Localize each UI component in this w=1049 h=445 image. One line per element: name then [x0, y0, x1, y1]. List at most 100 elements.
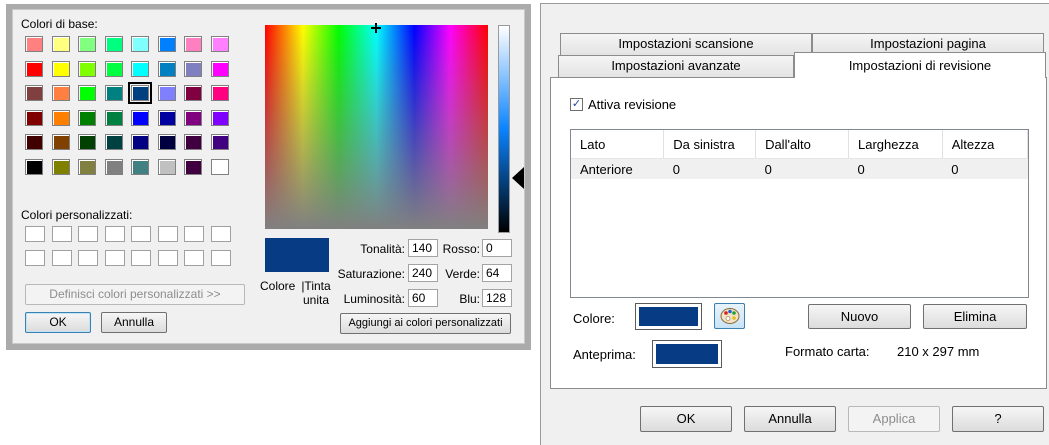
basic-color-swatch[interactable] — [51, 134, 70, 150]
basic-color-swatch[interactable] — [25, 134, 43, 150]
basic-color-swatch[interactable] — [51, 85, 70, 101]
review-areas-list[interactable]: Lato Da sinistra Dall'alto Larghezza Altezza… — [570, 129, 1029, 298]
basic-color-swatch[interactable] — [25, 158, 43, 175]
custom-color-swatch[interactable] — [104, 226, 125, 242]
tab-scan-settings[interactable]: Impostazioni scansione — [560, 33, 812, 55]
basic-color-swatch[interactable] — [157, 158, 176, 175]
basic-color-swatch[interactable] — [104, 85, 123, 101]
column-header[interactable]: Dall'alto — [755, 130, 850, 159]
custom-color-swatch[interactable] — [78, 250, 98, 266]
color-label: Colore: — [573, 311, 615, 326]
custom-color-swatch[interactable] — [184, 226, 204, 242]
basic-color-swatch[interactable] — [25, 36, 43, 52]
custom-color-swatch[interactable] — [51, 226, 72, 242]
add-to-custom-colors-button[interactable]: Aggiungi ai colori personalizzati — [340, 313, 511, 334]
luminosity-arrow-icon[interactable] — [512, 167, 524, 189]
basic-color-swatch[interactable] — [78, 85, 96, 101]
column-header[interactable]: Lato — [571, 130, 665, 159]
basic-color-swatch[interactable] — [210, 109, 229, 126]
custom-color-swatch[interactable] — [157, 250, 178, 266]
basic-color-swatch[interactable] — [131, 134, 149, 150]
ok-button[interactable]: OK — [640, 406, 732, 432]
current-color-preview — [265, 238, 329, 272]
custom-color-swatch[interactable] — [184, 250, 204, 266]
define-custom-colors-button[interactable]: Definisci colori personalizzati >> — [25, 284, 245, 305]
basic-color-swatch[interactable] — [184, 60, 202, 77]
green-input[interactable]: 64 — [482, 264, 512, 282]
basic-color-swatch[interactable] — [78, 158, 96, 175]
tab-review-settings[interactable]: Impostazioni di revisione — [794, 52, 1046, 78]
color-picker-body: Colori di base: Colori personalizzati: D… — [12, 9, 525, 344]
basic-color-swatch[interactable] — [184, 134, 202, 150]
basic-color-swatch[interactable] — [104, 109, 123, 126]
luminosity-input[interactable]: 60 — [408, 289, 438, 307]
hue-input[interactable]: 140 — [408, 239, 438, 257]
delete-button[interactable]: Elimina — [923, 304, 1027, 329]
basic-color-swatch[interactable] — [51, 158, 70, 175]
custom-color-swatch[interactable] — [51, 250, 72, 266]
basic-color-swatch[interactable] — [104, 60, 123, 77]
basic-color-swatch[interactable] — [51, 36, 70, 52]
basic-color-swatch[interactable] — [210, 134, 229, 150]
help-button[interactable]: ? — [952, 406, 1044, 432]
table-row[interactable]: Anteriore 0 0 0 0 — [571, 158, 1028, 179]
basic-color-swatch[interactable] — [128, 82, 152, 104]
ok-button[interactable]: OK — [25, 312, 91, 333]
custom-color-swatch[interactable] — [131, 250, 151, 266]
basic-color-swatch[interactable] — [78, 36, 96, 52]
basic-colors-label: Colori di base: — [21, 17, 98, 31]
saturation-input[interactable]: 240 — [408, 264, 438, 282]
basic-color-swatch[interactable] — [25, 109, 43, 126]
blue-input[interactable]: 128 — [482, 289, 512, 307]
basic-color-swatch[interactable] — [78, 134, 96, 150]
basic-color-swatch[interactable] — [78, 60, 96, 77]
basic-color-swatch[interactable] — [184, 36, 202, 52]
cancel-button[interactable]: Annulla — [744, 406, 836, 432]
basic-color-swatch[interactable] — [25, 85, 43, 101]
custom-color-swatch[interactable] — [157, 226, 178, 242]
basic-color-swatch[interactable] — [210, 36, 229, 52]
basic-color-swatch[interactable] — [157, 36, 176, 52]
basic-color-swatch[interactable] — [131, 109, 149, 126]
custom-color-swatch[interactable] — [25, 250, 45, 266]
custom-color-swatch[interactable] — [210, 250, 231, 266]
basic-color-swatch[interactable] — [104, 36, 123, 52]
column-header[interactable]: Altezza — [942, 130, 1028, 159]
basic-color-swatch[interactable] — [131, 158, 149, 175]
basic-color-swatch[interactable] — [184, 158, 202, 175]
color-spectrum[interactable] — [265, 23, 488, 229]
custom-color-swatch[interactable] — [25, 226, 45, 242]
red-input[interactable]: 0 — [482, 239, 512, 257]
custom-color-swatch[interactable] — [131, 226, 151, 242]
basic-color-swatch[interactable] — [104, 134, 123, 150]
basic-color-swatch[interactable] — [104, 158, 123, 175]
cancel-button[interactable]: Annulla — [101, 312, 167, 333]
new-button[interactable]: Nuovo — [808, 304, 911, 329]
basic-color-swatch[interactable] — [157, 85, 176, 101]
custom-color-swatch[interactable] — [78, 226, 98, 242]
palette-button[interactable] — [714, 303, 745, 329]
basic-color-swatch[interactable] — [184, 85, 202, 101]
basic-color-swatch[interactable] — [51, 60, 70, 77]
basic-color-swatch[interactable] — [25, 60, 43, 77]
column-header[interactable]: Larghezza — [848, 130, 943, 159]
basic-color-swatch[interactable] — [131, 36, 149, 52]
enable-review-checkbox[interactable]: ✓ — [570, 98, 583, 111]
basic-color-swatch[interactable] — [210, 85, 229, 101]
basic-color-swatch[interactable] — [184, 109, 202, 126]
tab-advanced-settings[interactable]: Impostazioni avanzate — [558, 55, 794, 77]
basic-color-swatch[interactable] — [131, 60, 149, 77]
basic-colors-grid — [25, 36, 240, 192]
basic-color-swatch[interactable] — [51, 109, 70, 126]
basic-color-swatch[interactable] — [78, 109, 96, 126]
custom-color-swatch[interactable] — [210, 226, 231, 242]
luminosity-slider[interactable] — [498, 25, 510, 233]
basic-color-swatch[interactable] — [210, 158, 229, 175]
column-header[interactable]: Da sinistra — [663, 130, 757, 159]
basic-color-swatch[interactable] — [210, 60, 229, 77]
basic-color-swatch[interactable] — [157, 134, 176, 150]
apply-button[interactable]: Applica — [848, 406, 940, 432]
basic-color-swatch[interactable] — [157, 60, 176, 77]
basic-color-swatch[interactable] — [157, 109, 176, 126]
custom-color-swatch[interactable] — [104, 250, 125, 266]
